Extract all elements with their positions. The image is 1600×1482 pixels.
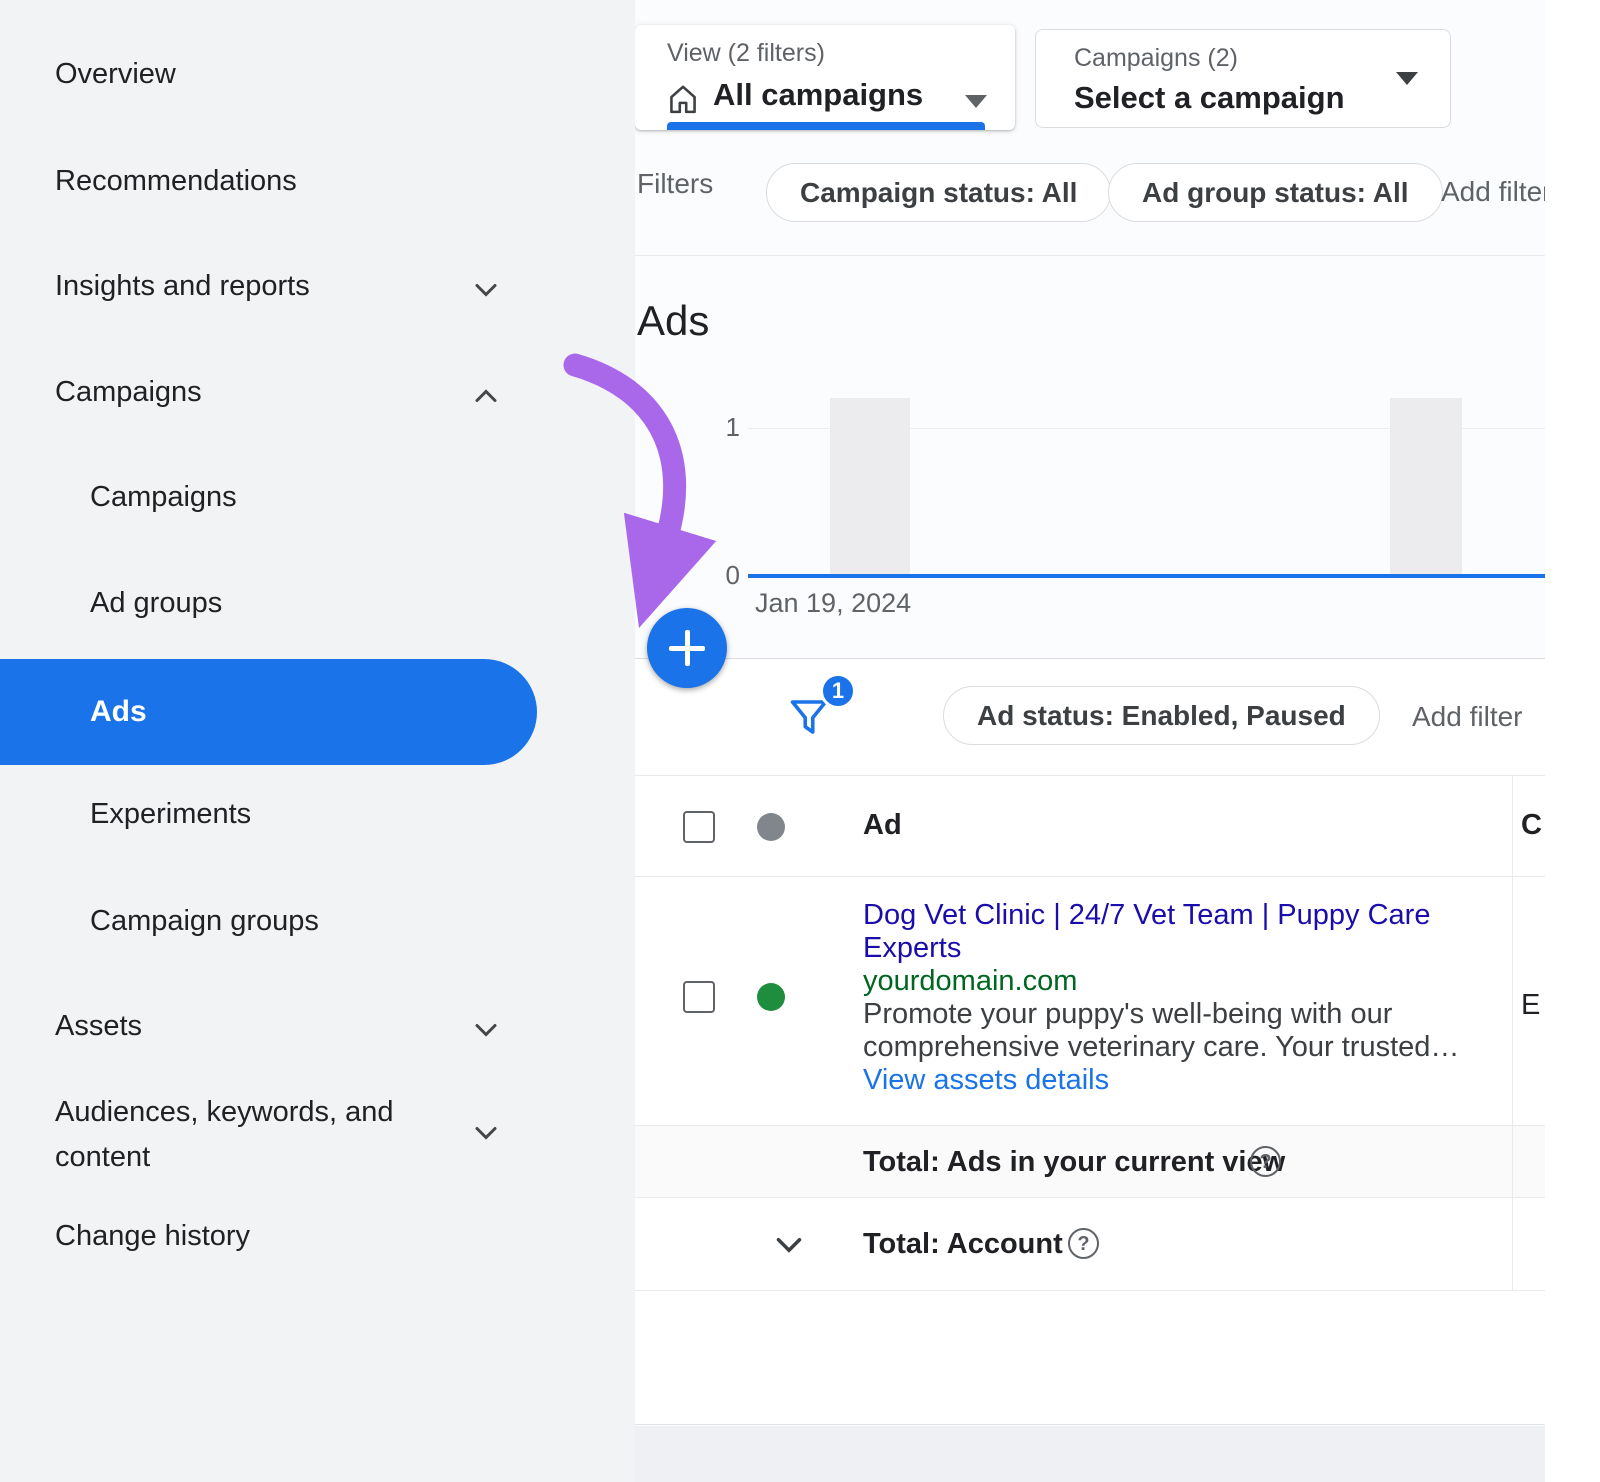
dropdown-caret-icon — [965, 95, 987, 108]
enabled-status-dot — [757, 983, 785, 1011]
sidebar-item-ads-label: Ads — [90, 659, 147, 765]
performance-chart — [748, 398, 1545, 578]
sidebar-item-campaigns-group[interactable]: Campaigns — [55, 376, 202, 409]
help-icon[interactable]: ? — [1068, 1228, 1099, 1259]
chart-highlight-band — [1390, 398, 1462, 574]
ad-status-filter-chip[interactable]: Ad status: Enabled, Paused — [943, 686, 1380, 745]
clipped-column-header: C — [1521, 809, 1542, 842]
total-current-view-label: Total: Ads in your current view — [863, 1126, 1285, 1198]
chart-highlight-band — [830, 398, 910, 574]
row-checkbox[interactable] — [683, 981, 715, 1013]
page-title: Ads — [637, 297, 709, 345]
table-row: Dog Vet Clinic | 24/7 Vet Team | Puppy C… — [635, 877, 1545, 1126]
sidebar-item-ads-selected[interactable]: Ads — [0, 659, 537, 765]
chevron-down-icon[interactable] — [468, 1115, 504, 1156]
ads-table-card: 1 Ad status: Enabled, Paused Add filter … — [635, 658, 1545, 1425]
ad-title-link[interactable]: Dog Vet Clinic | 24/7 Vet Team | Puppy C… — [863, 899, 1503, 965]
y-axis-tick-0: 0 — [695, 560, 740, 591]
sidebar-item-campaign-groups[interactable]: Campaign groups — [90, 905, 319, 938]
view-assets-details-link[interactable]: View assets details — [863, 1064, 1503, 1097]
campaign-selector-value: Select a campaign — [1074, 80, 1345, 116]
ads-series-line — [748, 574, 1545, 578]
page-background-strip — [635, 1426, 1545, 1482]
chevron-down-icon[interactable] — [468, 1012, 504, 1053]
dropdown-caret-icon — [1396, 72, 1418, 85]
sidebar-item-assets[interactable]: Assets — [55, 1010, 142, 1043]
sidebar-item-insights-reports[interactable]: Insights and reports — [55, 270, 310, 303]
sidebar-item-campaigns[interactable]: Campaigns — [90, 481, 237, 514]
clipped-status-cell: E — [1521, 989, 1540, 1022]
total-account-label: Total: Account — [863, 1198, 1063, 1291]
sidebar-item-recommendations[interactable]: Recommendations — [55, 165, 297, 198]
ad-display-url: yourdomain.com — [863, 965, 1503, 998]
help-icon[interactable]: ? — [1250, 1146, 1281, 1177]
total-current-view-row: Total: Ads in your current view ? — [635, 1126, 1545, 1198]
main-content: View (2 filters) All campaigns Campaigns… — [635, 0, 1545, 1482]
google-ads-page: Overview Recommendations Insights and re… — [0, 0, 1600, 1482]
divider — [635, 255, 1545, 256]
sidebar: Overview Recommendations Insights and re… — [0, 0, 635, 1482]
ad-description: Promote your puppy's well-being with our… — [863, 998, 1503, 1064]
table-header-row: Ad C — [635, 776, 1545, 877]
y-axis-tick-1: 1 — [695, 412, 740, 443]
column-divider — [1512, 776, 1513, 1291]
table-toolbar: 1 Ad status: Enabled, Paused Add filter — [635, 659, 1545, 776]
view-selector-label: View (2 filters) — [667, 39, 825, 68]
active-view-indicator — [667, 122, 985, 130]
campaign-selector-dropdown[interactable]: Campaigns (2) Select a campaign — [1035, 29, 1451, 128]
sidebar-item-experiments[interactable]: Experiments — [90, 798, 251, 831]
add-filter-button[interactable]: Add filter — [1412, 701, 1523, 733]
status-column-icon — [757, 813, 785, 841]
x-axis-date-label: Jan 19, 2024 — [755, 588, 911, 619]
sidebar-item-ad-groups[interactable]: Ad groups — [90, 587, 222, 620]
home-icon — [665, 81, 701, 122]
add-filter-button[interactable]: Add filter — [1441, 176, 1545, 208]
ad-column-header[interactable]: Ad — [863, 809, 902, 842]
add-ad-button[interactable] — [647, 608, 727, 688]
chevron-up-icon[interactable] — [468, 378, 504, 419]
select-all-checkbox[interactable] — [683, 811, 715, 843]
view-selector-dropdown[interactable]: View (2 filters) All campaigns — [635, 25, 1015, 130]
filters-label: Filters — [637, 168, 713, 200]
view-selector-value: All campaigns — [713, 77, 923, 113]
sidebar-item-overview[interactable]: Overview — [55, 58, 176, 91]
chevron-down-icon[interactable] — [468, 272, 504, 313]
expand-chevron-icon[interactable] — [768, 1224, 810, 1271]
sidebar-item-audiences-keywords-content[interactable]: Audiences, keywords, and content — [55, 1090, 455, 1180]
campaign-status-filter-chip[interactable]: Campaign status: All — [766, 163, 1111, 222]
total-account-row: Total: Account ? — [635, 1198, 1545, 1291]
filter-count-badge: 1 — [820, 673, 856, 709]
ad-group-status-filter-chip[interactable]: Ad group status: All — [1108, 163, 1443, 222]
ad-preview: Dog Vet Clinic | 24/7 Vet Team | Puppy C… — [863, 899, 1503, 1097]
campaign-selector-label: Campaigns (2) — [1074, 44, 1238, 73]
sidebar-item-change-history[interactable]: Change history — [55, 1220, 250, 1253]
